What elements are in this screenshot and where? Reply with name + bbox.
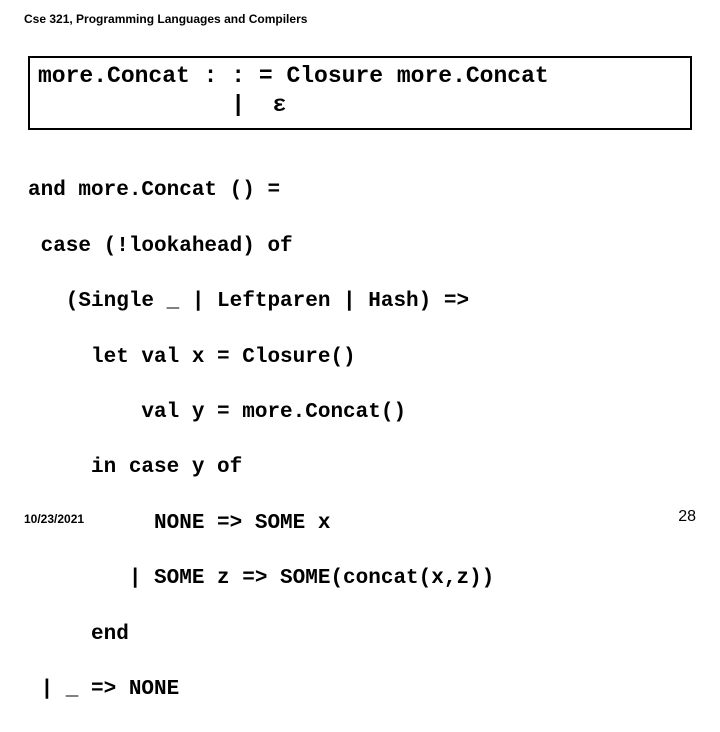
code-line: and more.Concat () = [28,177,696,205]
footer-page-number: 28 [678,508,696,526]
code-line: case (!lookahead) of [28,233,696,261]
code-line: val y = more.Concat() [28,399,696,427]
code-line: in case y of [28,454,696,482]
code-line: | SOME z => SOME(concat(x,z)) [28,565,696,593]
course-header: Cse 321, Programming Languages and Compi… [24,12,696,26]
grammar-rule-box: more.Concat : : = Closure more.Concat | … [28,56,692,130]
slide-footer: 10/23/2021 28 [24,508,696,526]
code-line: | _ => NONE [28,676,696,704]
grammar-line-1: more.Concat : : = Closure more.Concat [38,62,682,91]
code-line: end [28,621,696,649]
code-line: (Single _ | Leftparen | Hash) => [28,288,696,316]
footer-date: 10/23/2021 [24,512,84,526]
grammar-line-2: | ε [38,91,682,120]
code-line: let val x = Closure() [28,344,696,372]
code-block: and more.Concat () = case (!lookahead) o… [28,150,696,732]
